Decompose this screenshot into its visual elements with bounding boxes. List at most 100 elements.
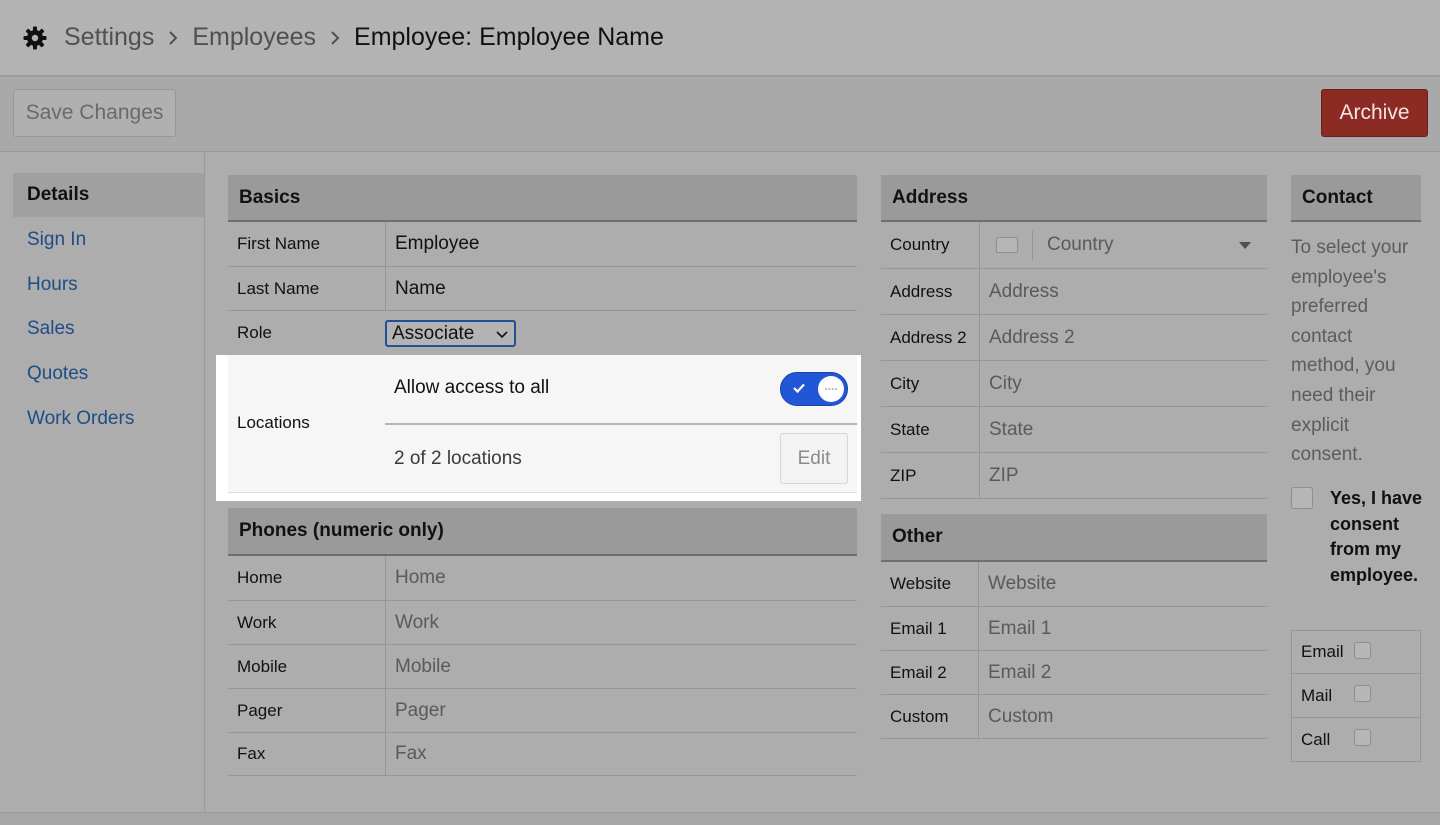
- phones-header: Phones (numeric only): [228, 508, 857, 556]
- other-header: Other: [881, 514, 1267, 562]
- contact-method-call-label: Call: [1301, 729, 1331, 749]
- contact-header: Contact: [1291, 175, 1421, 222]
- custom-row: Custom Custom: [881, 695, 1267, 739]
- address2-input[interactable]: Address 2: [980, 315, 1075, 360]
- contact-description: To select your employee's preferred cont…: [1291, 237, 1409, 466]
- first-name-row: First Name Employee: [228, 222, 857, 267]
- mail-checkbox[interactable]: [1354, 685, 1371, 702]
- role-select[interactable]: Associate: [385, 320, 516, 347]
- work-phone-label: Work: [228, 601, 386, 644]
- chevron-down-icon: [496, 323, 508, 345]
- divider: [385, 423, 857, 425]
- first-name-input[interactable]: Employee: [386, 222, 480, 266]
- sidebar-item-hours[interactable]: Hours: [13, 263, 204, 307]
- contact-method-email: Email: [1291, 630, 1421, 674]
- chevron-right-icon: [330, 30, 340, 45]
- sidebar-item-details[interactable]: Details: [13, 173, 204, 217]
- country-label: Country: [881, 222, 980, 268]
- locations-label: Locations: [237, 413, 310, 432]
- address-input[interactable]: Address: [980, 269, 1059, 314]
- email2-input[interactable]: Email 2: [979, 651, 1051, 694]
- country-select[interactable]: Country: [980, 222, 1267, 268]
- footer-bar: [0, 812, 1440, 825]
- state-input[interactable]: State: [980, 407, 1033, 452]
- sidebar-item-quotes[interactable]: Quotes: [13, 352, 204, 396]
- email2-row: Email 2 Email 2: [881, 651, 1267, 695]
- address-header: Address: [881, 175, 1267, 222]
- check-icon: [793, 383, 805, 394]
- address2-row: Address 2 Address 2: [881, 315, 1267, 361]
- custom-input[interactable]: Custom: [979, 695, 1053, 738]
- gear-icon[interactable]: [22, 25, 48, 51]
- website-row: Website Website: [881, 562, 1267, 607]
- sidebar-item-sign-in[interactable]: Sign In: [13, 218, 204, 262]
- email1-input[interactable]: Email 1: [979, 607, 1051, 650]
- archive-button[interactable]: Archive: [1321, 89, 1428, 137]
- role-label: Role: [237, 323, 272, 342]
- allow-access-toggle[interactable]: [780, 372, 848, 406]
- edit-locations-button[interactable]: Edit: [780, 433, 848, 484]
- email1-row: Email 1 Email 1: [881, 607, 1267, 651]
- address-label: Address: [881, 269, 980, 314]
- pager-input[interactable]: Pager: [386, 689, 446, 732]
- role-select-value: Associate: [392, 322, 475, 344]
- custom-label: Custom: [881, 695, 979, 738]
- pager-label: Pager: [228, 689, 386, 732]
- locations-count: 2 of 2 locations: [394, 448, 522, 469]
- call-checkbox[interactable]: [1354, 729, 1371, 746]
- allow-access-label: Allow access to all: [394, 377, 550, 398]
- zip-input[interactable]: ZIP: [980, 453, 1019, 498]
- last-name-input[interactable]: Name: [386, 267, 446, 310]
- work-phone-input[interactable]: Work: [386, 601, 439, 644]
- toggle-knob: [818, 376, 844, 402]
- home-phone-label: Home: [228, 556, 386, 600]
- sidebar-item-work-orders[interactable]: Work Orders: [13, 397, 204, 441]
- address-row: Address Address: [881, 269, 1267, 315]
- website-input[interactable]: Website: [979, 562, 1056, 606]
- first-name-label: First Name: [228, 222, 386, 266]
- state-label: State: [881, 407, 980, 452]
- locations-section: Locations Allow access to all 2 of 2 loc…: [216, 355, 861, 501]
- fax-input[interactable]: Fax: [386, 733, 427, 775]
- country-row: Country Country: [881, 222, 1267, 269]
- locations-row: Locations Allow access to all 2 of 2 loc…: [228, 355, 857, 493]
- contact-method-mail: Mail: [1291, 674, 1421, 718]
- email1-label: Email 1: [881, 607, 979, 650]
- consent-checkbox[interactable]: [1291, 487, 1313, 509]
- website-label: Website: [881, 562, 979, 606]
- phone-row-home: Home Home: [228, 556, 857, 601]
- toolbar: Save Changes Archive: [0, 77, 1440, 152]
- email-checkbox[interactable]: [1354, 642, 1371, 659]
- mobile-phone-label: Mobile: [228, 645, 386, 688]
- home-phone-input[interactable]: Home: [386, 556, 446, 600]
- mobile-phone-input[interactable]: Mobile: [386, 645, 451, 688]
- last-name-row: Last Name Name: [228, 267, 857, 311]
- contact-method-email-label: Email: [1301, 642, 1344, 661]
- country-placeholder: Country: [1047, 234, 1114, 255]
- breadcrumb-settings[interactable]: Settings: [64, 23, 154, 52]
- caret-down-icon: [1239, 242, 1251, 249]
- save-changes-button[interactable]: Save Changes: [13, 89, 176, 137]
- contact-method-call: Call: [1291, 718, 1421, 762]
- page-header: Settings Employees Employee: Employee Na…: [0, 0, 1440, 76]
- sidebar-item-sales[interactable]: Sales: [13, 307, 204, 351]
- flag-icon: [996, 237, 1018, 253]
- page-title: Employee: Employee Name: [354, 23, 664, 51]
- sidebar: Details Sign In Hours Sales Quotes Work …: [0, 152, 205, 812]
- zip-row: ZIP ZIP: [881, 453, 1267, 499]
- basics-header: Basics: [228, 175, 857, 222]
- city-input[interactable]: City: [980, 361, 1022, 406]
- email2-label: Email 2: [881, 651, 979, 694]
- phone-row-mobile: Mobile Mobile: [228, 645, 857, 689]
- fax-label: Fax: [228, 733, 386, 775]
- role-row: Role: [228, 311, 857, 355]
- city-label: City: [881, 361, 980, 406]
- phone-row-work: Work Work: [228, 601, 857, 645]
- state-row: State State: [881, 407, 1267, 453]
- last-name-label: Last Name: [228, 267, 386, 310]
- city-row: City City: [881, 361, 1267, 407]
- zip-label: ZIP: [881, 453, 980, 498]
- phone-row-pager: Pager Pager: [228, 689, 857, 733]
- contact-method-mail-label: Mail: [1301, 685, 1333, 705]
- breadcrumb-employees[interactable]: Employees: [192, 23, 316, 52]
